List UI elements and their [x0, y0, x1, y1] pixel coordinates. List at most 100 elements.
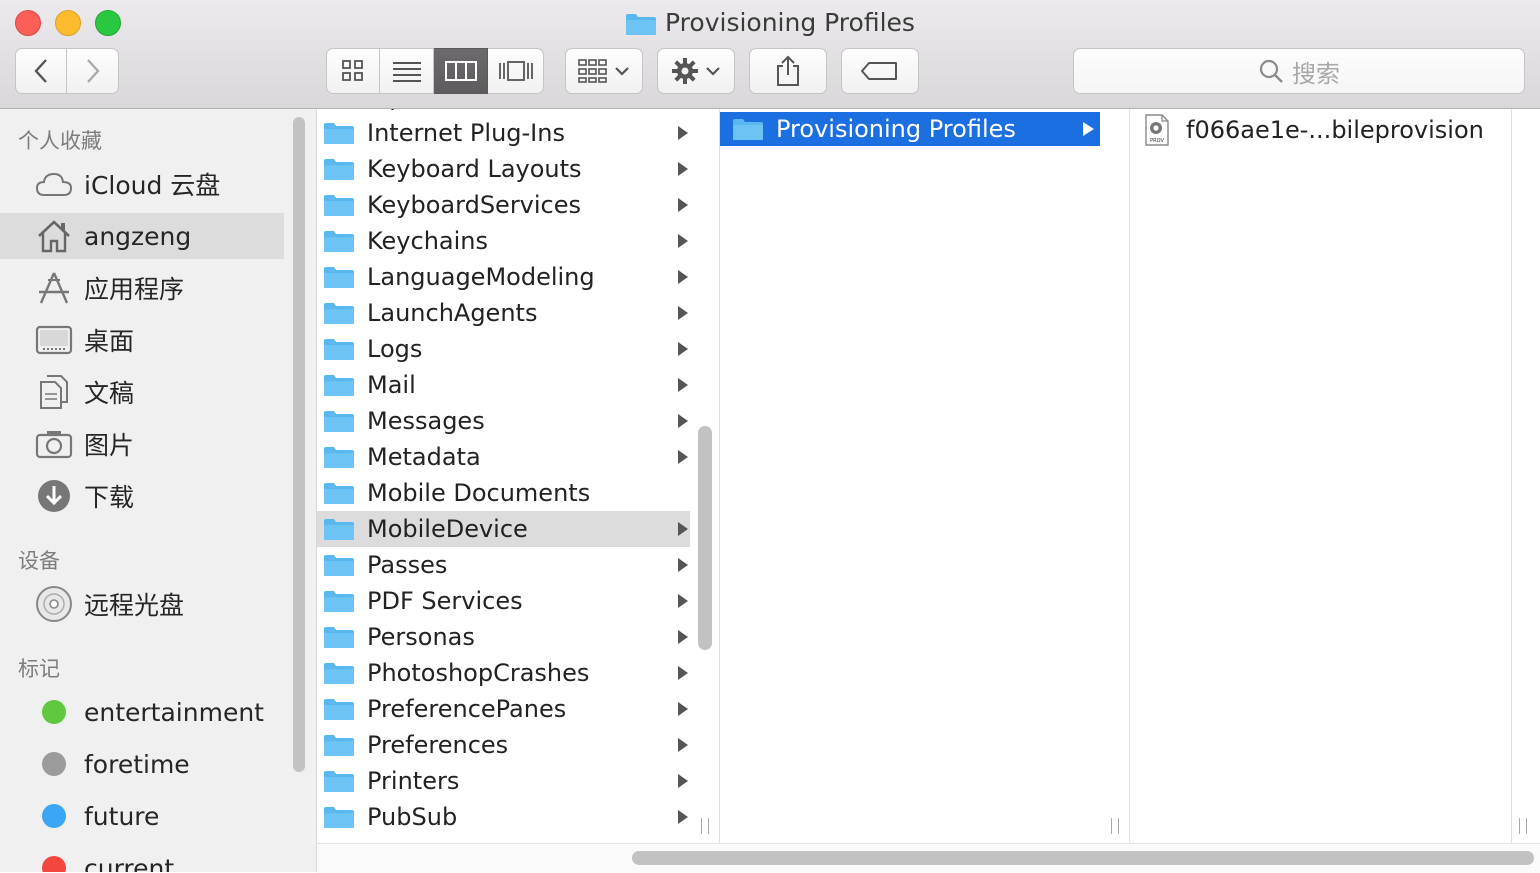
disclosure-arrow-icon [678, 306, 688, 320]
tags-button[interactable] [841, 48, 919, 94]
folder-name: Internet Plug-Ins [367, 119, 565, 147]
folder-name: Personas [367, 623, 475, 651]
search-placeholder: 搜索 [1292, 59, 1340, 88]
folder-name: Passes [367, 551, 448, 579]
folder-name: Input Methods [367, 109, 539, 111]
column-resize-handle[interactable] [1111, 818, 1119, 834]
disclosure-arrow-icon [1083, 122, 1094, 136]
folder-row[interactable]: LanguageModeling [317, 259, 690, 295]
disclosure-arrow-icon [678, 126, 688, 140]
folder-icon [324, 627, 354, 648]
list-view-button[interactable] [380, 48, 434, 94]
folder-name: Provisioning Profiles [776, 115, 1016, 143]
gear-icon [672, 58, 698, 84]
folder-icon [324, 123, 354, 144]
folder-row[interactable]: Keychains [317, 223, 690, 259]
arrange-menu-button[interactable] [565, 48, 643, 94]
folder-icon [625, 11, 657, 45]
column-provisioning-profiles: PROV f066ae1e-...bileprovision [1130, 109, 1510, 843]
sidebar-item-pictures[interactable]: 图片 [0, 421, 284, 467]
sidebar-scrollbar[interactable] [293, 117, 305, 772]
folder-name: Mail [367, 371, 416, 399]
folder-icon [324, 231, 354, 252]
list-view-icon [392, 62, 421, 82]
folder-row[interactable]: Metadata [317, 439, 690, 475]
sidebar-item-icloud[interactable]: iCloud 云盘 [0, 161, 284, 207]
folder-icon [324, 267, 354, 288]
folder-row[interactable]: Mail [317, 367, 690, 403]
share-button[interactable] [749, 48, 827, 94]
folder-icon [324, 663, 354, 684]
disclosure-arrow-icon [678, 810, 688, 824]
sidebar-item-applications[interactable]: 应用程序 [0, 265, 284, 311]
sidebar-tag-current[interactable]: current [0, 845, 284, 872]
desktop-icon [34, 320, 74, 360]
download-icon [34, 476, 74, 516]
window-title: Provisioning Profiles [665, 8, 915, 37]
chevron-left-icon [34, 59, 47, 83]
icon-view-button[interactable] [326, 48, 380, 94]
chevron-right-icon [86, 59, 100, 83]
folder-row[interactable]: Passes [317, 547, 690, 583]
cover-flow-icon [498, 61, 533, 81]
column-library-scrollbar[interactable] [698, 426, 712, 650]
sidebar-item-desktop[interactable]: 桌面 [0, 317, 284, 363]
folder-row[interactable]: Internet Plug-Ins [317, 115, 690, 151]
folder-row[interactable]: MobileDevice [317, 511, 690, 547]
forward-button[interactable] [67, 48, 119, 94]
folder-name: Keyboard Layouts [367, 155, 582, 183]
sidebar-tag-foretime[interactable]: foretime [0, 741, 284, 787]
disc-icon [34, 584, 74, 624]
horizontal-scrollbar[interactable] [632, 851, 1534, 865]
search-field[interactable]: 搜索 [1073, 48, 1525, 94]
sidebar-item-remote-disc[interactable]: 远程光盘 [0, 581, 284, 627]
folder-icon [324, 375, 354, 396]
folder-icon [324, 159, 354, 180]
tag-color-dot [42, 752, 66, 776]
sidebar-item-label: 远程光盘 [84, 591, 185, 620]
disclosure-arrow-icon [678, 342, 688, 356]
column-view-button[interactable] [434, 48, 488, 94]
folder-row[interactable]: Personas [317, 619, 690, 655]
folder-row[interactable]: PDF Services [317, 583, 690, 619]
sidebar-item-downloads[interactable]: 下载 [0, 473, 284, 519]
column-resize-handle[interactable] [701, 818, 709, 834]
folder-name: LaunchAgents [367, 299, 538, 327]
window-title-bar: Provisioning Profiles [0, 6, 1540, 45]
share-icon [777, 55, 799, 86]
folder-row-provisioning-profiles[interactable]: Provisioning Profiles [720, 112, 1100, 146]
cloud-icon [34, 164, 74, 204]
folder-row[interactable]: LaunchAgents [317, 295, 690, 331]
sidebar-tag-future[interactable]: future [0, 793, 284, 839]
folder-row[interactable]: KeyboardServices [317, 187, 690, 223]
folder-row[interactable]: PreferencePanes [317, 691, 690, 727]
column-resize-handle[interactable] [1519, 818, 1527, 834]
sidebar-tag-entertainment[interactable]: entertainment [0, 689, 284, 735]
sidebar-item-home[interactable]: angzeng [0, 213, 284, 259]
column-library: Input Methods Internet Plug-Ins Keyboard L… [317, 109, 700, 843]
sidebar-item-label: angzeng [84, 221, 192, 251]
folder-row[interactable]: Preferences [317, 727, 690, 763]
documents-icon [34, 372, 74, 412]
favorites-header: 个人收藏 [18, 129, 102, 153]
chevron-down-icon [706, 67, 720, 76]
folder-row[interactable]: Messages [317, 403, 690, 439]
folder-row[interactable]: PubSub [317, 799, 690, 835]
back-button[interactable] [15, 48, 67, 94]
folder-row[interactable]: Mobile Documents [317, 475, 690, 511]
folder-row[interactable]: Keyboard Layouts [317, 151, 690, 187]
action-menu-button[interactable] [657, 48, 735, 94]
folder-icon [324, 303, 354, 324]
window-toolbar: Provisioning Profiles 搜索 [0, 0, 1540, 109]
folder-row[interactable]: Logs [317, 331, 690, 367]
folder-row[interactable]: PhotoshopCrashes [317, 655, 690, 691]
cover-flow-view-button[interactable] [488, 48, 544, 94]
disclosure-arrow-icon [678, 270, 688, 284]
disclosure-arrow-icon [678, 702, 688, 716]
folder-row[interactable]: Printers [317, 763, 690, 799]
disclosure-arrow-icon [678, 414, 688, 428]
home-icon [34, 216, 74, 256]
folder-icon [324, 807, 354, 828]
file-row-mobileprovision[interactable]: PROV f066ae1e-...bileprovision [1144, 112, 1484, 148]
sidebar-item-documents[interactable]: 文稿 [0, 369, 284, 415]
